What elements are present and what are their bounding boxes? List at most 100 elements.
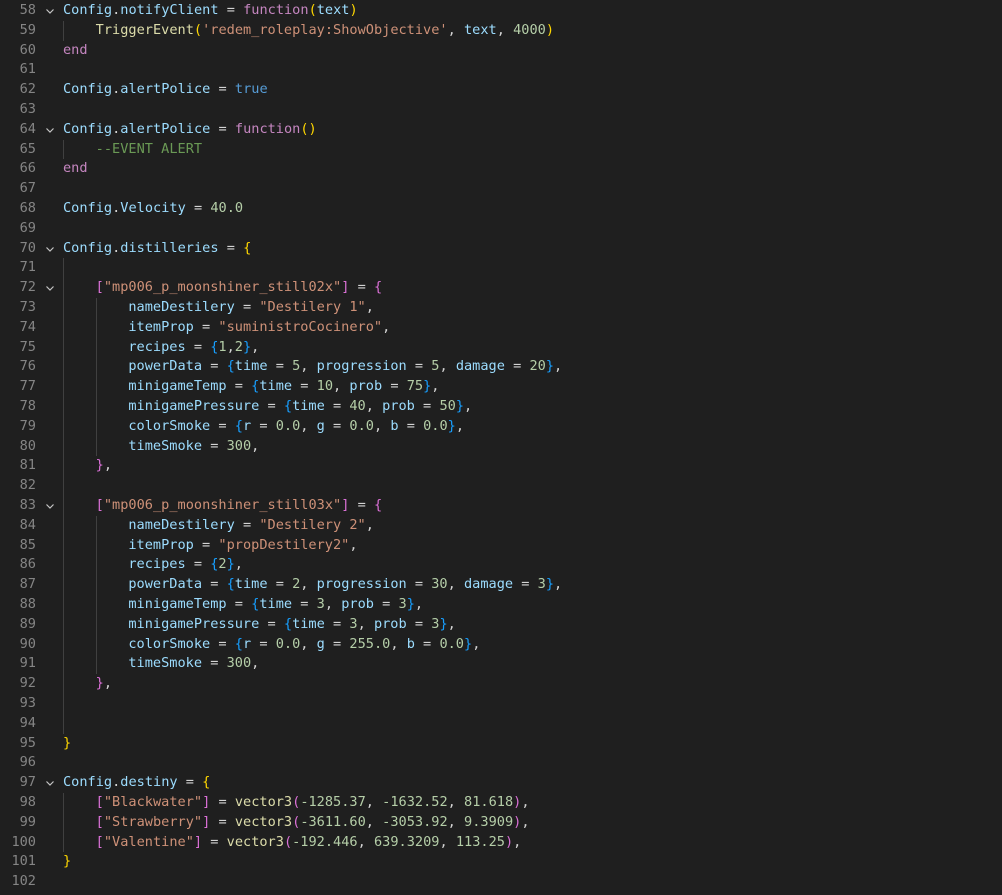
code-token: 300 [226, 437, 252, 454]
code-line[interactable]: 71 [0, 258, 1002, 278]
line-number: 85 [19, 536, 36, 553]
code-line[interactable]: 65 --EVENT ALERT [0, 140, 1002, 160]
code-token: 9.3909 [464, 813, 514, 830]
code-token: = [292, 378, 317, 395]
code-token: = [234, 299, 260, 315]
code-line[interactable]: 75 recipes = {1,2}, [0, 338, 1002, 358]
code-token: ) [504, 833, 514, 850]
code-token: = [259, 615, 284, 632]
chevron-down-icon[interactable] [44, 278, 56, 298]
code-line[interactable]: 102 [0, 872, 1002, 892]
code-line[interactable]: 58 Config.notifyClient = function(text) [0, 1, 1002, 21]
chevron-down-icon[interactable] [44, 496, 56, 516]
line-number: 83 [19, 497, 36, 513]
code-token: = [218, 2, 244, 18]
code-token: = [210, 813, 235, 830]
code-token: 3 [537, 576, 546, 593]
code-line[interactable]: 85 itemProp = "propDestilery2", [0, 536, 1002, 556]
code-token: timeSmoke [128, 655, 203, 672]
line-number: 75 [19, 338, 36, 355]
code-line[interactable]: 64 Config.alertPolice = function() [0, 120, 1002, 140]
code-line[interactable]: 60 end [0, 41, 1002, 61]
code-line[interactable]: 93 [0, 694, 1002, 714]
code-text: minigamePressure = {time = 3, prob = 3}, [128, 615, 455, 635]
code-line[interactable]: 68 Config.Velocity = 40.0 [0, 199, 1002, 219]
code-line[interactable]: 61 [0, 60, 1002, 80]
code-token: , [226, 338, 235, 355]
code-line[interactable]: 76 powerData = {time = 5, progression = 5… [0, 357, 1002, 377]
code-line[interactable]: 98 ["Blackwater"] = vector3(-1285.37, -16… [0, 793, 1002, 813]
code-token: , [365, 794, 383, 810]
code-token: vector3 [226, 833, 284, 850]
code-line[interactable]: 88 minigameTemp = {time = 3, prob = 3}, [0, 595, 1002, 615]
code-line[interactable]: 82 [0, 476, 1002, 496]
code-line[interactable]: 63 [0, 100, 1002, 120]
code-token: { [226, 576, 235, 593]
chevron-down-icon[interactable] [44, 120, 56, 140]
code-line[interactable]: 97 Config.destiny = { [0, 773, 1002, 793]
code-line[interactable]: 70 Config.distilleries = { [0, 239, 1002, 259]
code-line[interactable]: 81}, [0, 456, 1002, 476]
code-line[interactable]: 67 [0, 179, 1002, 199]
code-line[interactable]: 100 ["Valentine"] = vector3(-192.446, 639… [0, 833, 1002, 853]
indent-guide [95, 515, 97, 675]
code-line[interactable]: 95} [0, 734, 1002, 754]
code-line[interactable]: 86 recipes = {2}, [0, 555, 1002, 575]
code-line[interactable]: 78 minigamePressure = {time = 40, prob = … [0, 397, 1002, 417]
line-number: 76 [19, 358, 36, 375]
code-token: recipes [128, 338, 186, 355]
code-token: time [259, 378, 293, 395]
code-line[interactable]: 90 colorSmoke = {r = 0.0, g = 255.0, b = … [0, 635, 1002, 655]
code-line[interactable]: 62 Config.alertPolice = true [0, 80, 1002, 100]
code-line[interactable]: 84 nameDestilery = "Destilery 2", [0, 516, 1002, 536]
chevron-down-icon[interactable] [44, 773, 56, 793]
code-token: { [234, 417, 243, 434]
chevron-down-icon[interactable] [44, 1, 56, 21]
code-token: , [333, 378, 350, 395]
code-line[interactable]: 91 timeSmoke = 300, [0, 654, 1002, 674]
code-token: { [202, 774, 211, 791]
line-number: 86 [19, 556, 36, 573]
code-line[interactable]: 72 ["mp006_p_moonshiner_still02x"] = { [0, 278, 1002, 298]
code-token: , [251, 338, 260, 355]
code-text: end [63, 41, 88, 61]
code-token: 639.3209 [373, 833, 440, 850]
code-token: 81.618 [464, 794, 514, 810]
code-line[interactable]: 94 [0, 714, 1002, 734]
code-line[interactable]: 77 minigameTemp = {time = 10, prob = 75}, [0, 377, 1002, 397]
code-line[interactable]: 59 TriggerEvent('redem_roleplay:ShowObjec… [0, 21, 1002, 41]
code-token: -3053.92 [382, 813, 448, 830]
code-line[interactable]: 69 [0, 219, 1002, 239]
code-line[interactable]: 83 ["mp006_p_moonshiner_still03x"] = { [0, 496, 1002, 516]
code-token: } [406, 596, 415, 612]
code-text: } [63, 734, 71, 754]
code-token: colorSmoke [128, 635, 211, 652]
code-token: 0.0 [275, 635, 301, 652]
line-number: 93 [19, 695, 36, 711]
code-line[interactable]: 80 timeSmoke = 300, [0, 437, 1002, 457]
code-token: , [103, 675, 113, 692]
code-line[interactable]: 66 end [0, 159, 1002, 179]
code-editor[interactable]: 58 Config.notifyClient = function(text) 59… [0, 0, 1002, 895]
code-line[interactable]: 79 colorSmoke = {r = 0.0, g = 0.0, b = 0.… [0, 417, 1002, 437]
code-line[interactable]: 74 itemProp = "suministroCocinero", [0, 318, 1002, 338]
code-token: prob [382, 398, 415, 414]
code-line[interactable]: 96 [0, 753, 1002, 773]
code-text: nameDestilery = "Destilery 2", [128, 516, 374, 536]
code-line[interactable]: 99 ["Strawberry"] = vector3(-3611.60, -30… [0, 813, 1002, 833]
code-token: , [431, 378, 440, 395]
code-token: text [463, 21, 497, 38]
code-line[interactable]: 89 minigamePressure = {time = 3, prob = 3… [0, 615, 1002, 635]
code-line[interactable]: 87 powerData = {time = 2, progression = 3… [0, 575, 1002, 595]
code-line[interactable]: 92}, [0, 674, 1002, 694]
code-line[interactable]: 101} [0, 852, 1002, 872]
code-text: }, [96, 674, 112, 694]
line-number: 101 [11, 853, 36, 870]
line-number: 66 [19, 160, 36, 177]
code-token: ) [545, 21, 555, 38]
code-token: = [324, 635, 350, 652]
code-token: , [554, 576, 563, 593]
code-line[interactable]: 73 nameDestilery = "Destilery 1", [0, 298, 1002, 318]
chevron-down-icon[interactable] [44, 239, 56, 259]
code-token: distilleries [120, 239, 219, 256]
